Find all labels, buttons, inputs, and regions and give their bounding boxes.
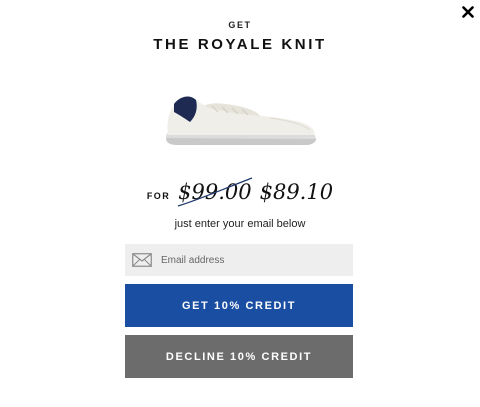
- close-icon: [462, 6, 474, 18]
- sneaker-image: [166, 96, 316, 145]
- envelope-icon: [132, 253, 152, 267]
- get-credit-button[interactable]: GET 10% CREDIT: [125, 284, 353, 327]
- sale-price: $89.10: [259, 180, 334, 204]
- eyebrow-label: GET: [228, 20, 252, 30]
- price-row: FOR $99.00 $89.10: [0, 177, 480, 207]
- email-instruction: just enter your email below: [174, 218, 306, 230]
- product-title: THE ROYALE KNIT: [153, 36, 327, 53]
- original-price: $99.00: [177, 177, 253, 207]
- for-label: FOR: [146, 191, 171, 201]
- email-field[interactable]: [125, 244, 353, 276]
- email-input[interactable]: [159, 253, 343, 267]
- strikethrough-line: [177, 177, 253, 207]
- decline-credit-button[interactable]: DECLINE 10% CREDIT: [125, 335, 353, 378]
